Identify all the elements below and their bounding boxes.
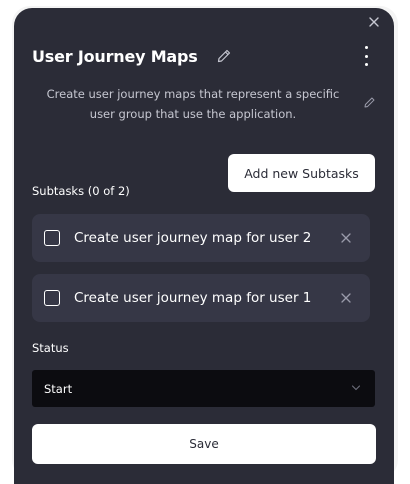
status-label: Status [32,341,69,355]
subtask-item[interactable]: Create user journey map for user 1 [32,274,370,322]
task-modal: User Journey Maps Create user journey ma… [14,8,394,484]
subtask-checkbox[interactable] [44,230,60,246]
task-description: Create user journey maps that represent … [46,87,340,121]
chevron-down-icon [351,385,361,391]
status-selected-value: Start [44,381,73,396]
edit-description-icon[interactable] [363,96,376,109]
subtasks-count-label: Subtasks (0 of 2) [32,184,130,198]
save-button[interactable]: Save [32,424,376,464]
remove-icon[interactable] [340,232,352,244]
more-options-icon[interactable] [362,46,370,66]
task-title: User Journey Maps [32,46,198,66]
remove-icon[interactable] [340,292,352,304]
close-icon[interactable] [368,16,380,28]
subtask-text: Create user journey map for user 1 [74,290,312,306]
subtask-item[interactable]: Create user journey map for user 2 [32,214,370,262]
edit-title-icon[interactable] [216,48,232,64]
status-dropdown[interactable]: Start [32,370,375,407]
subtask-text: Create user journey map for user 2 [74,230,312,246]
modal-header: User Journey Maps [32,44,376,68]
add-subtask-button[interactable]: Add new Subtasks [228,154,375,192]
subtask-checkbox[interactable] [44,290,60,306]
